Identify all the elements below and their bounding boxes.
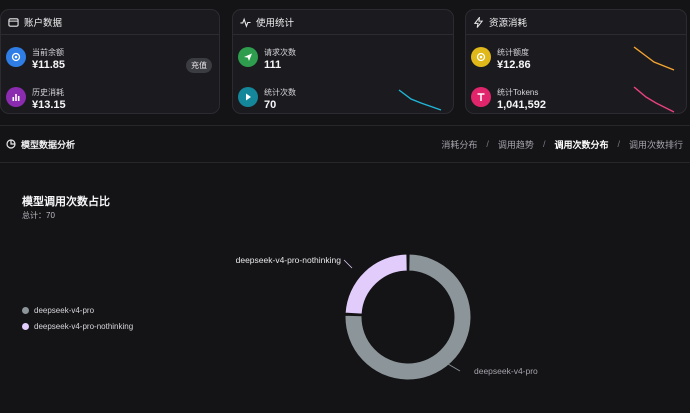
slice-label-leader (343, 259, 353, 269)
slice-label: deepseek-v4-pro (474, 366, 538, 376)
donut-slice[interactable] (344, 253, 408, 315)
slice-label: deepseek-v4-pro-nothinking (236, 255, 342, 265)
slice-label-leader (447, 363, 461, 372)
donut-chart: deepseek-v4-pro deepseek-v4-pro-nothinkin… (236, 253, 538, 381)
